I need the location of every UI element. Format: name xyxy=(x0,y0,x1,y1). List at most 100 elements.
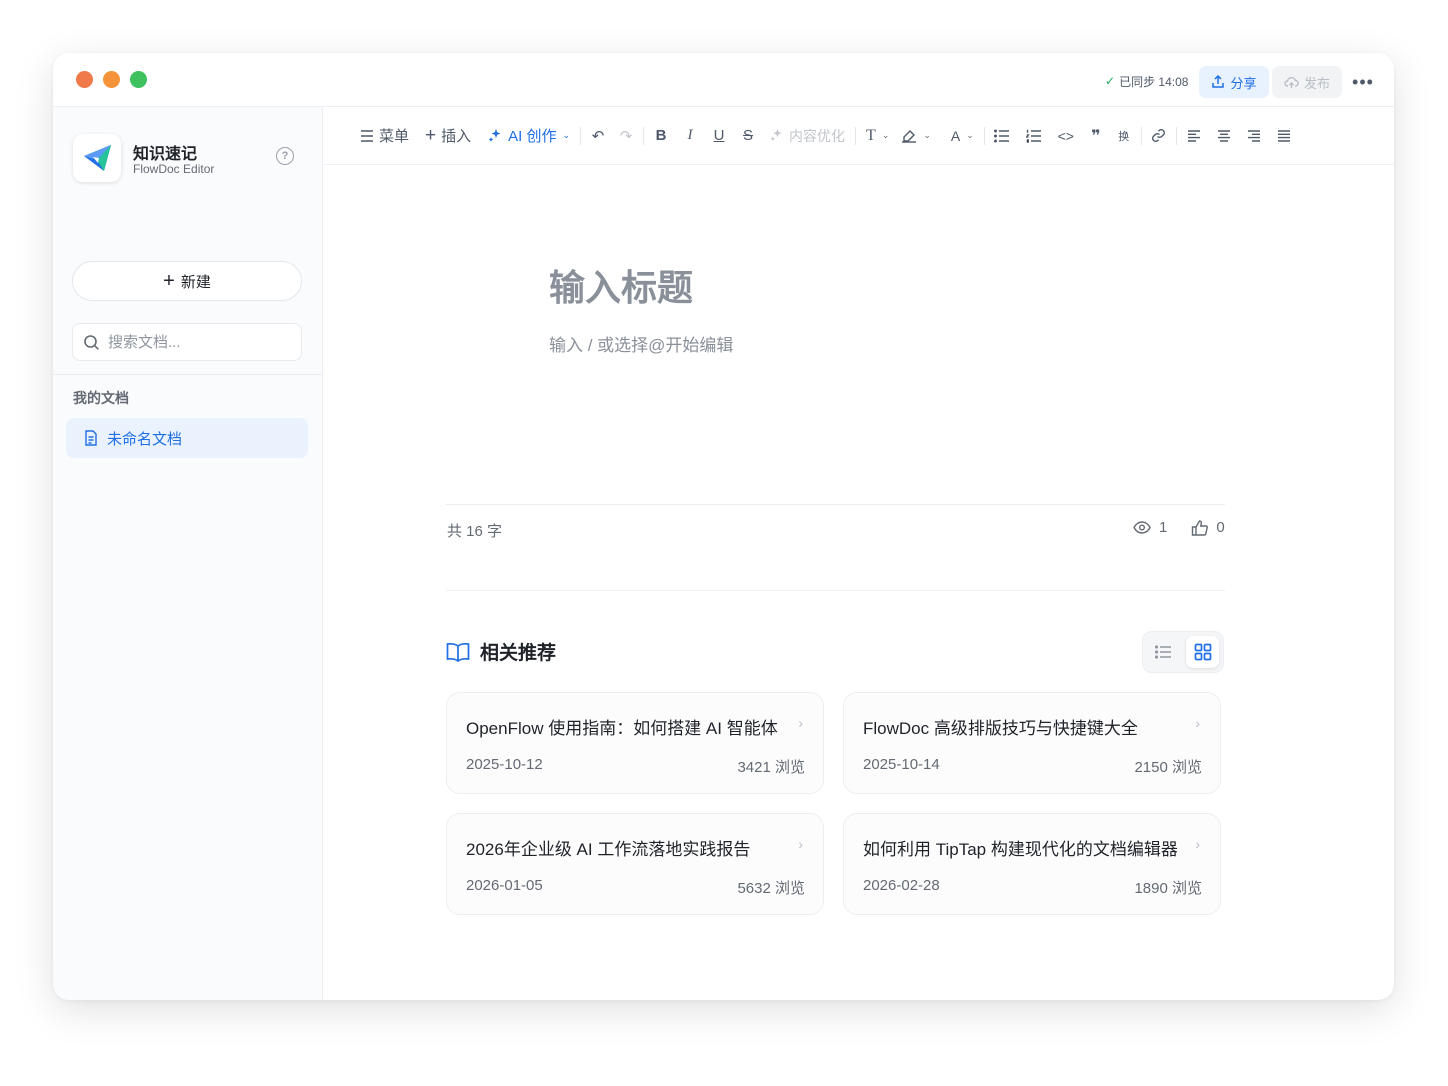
share-button[interactable]: 分享 xyxy=(1199,66,1269,98)
help-icon[interactable]: ? xyxy=(276,147,294,165)
insert-label: 插入 xyxy=(441,128,472,145)
sync-status-text: 已同步 14:08 xyxy=(1119,74,1189,89)
close-window-button[interactable] xyxy=(76,71,93,88)
toolbar-divider xyxy=(983,126,985,145)
card-date: 2026-02-28 xyxy=(863,877,940,894)
sparkle-icon xyxy=(488,128,501,142)
plus-icon: + xyxy=(425,124,437,146)
more-icon: ••• xyxy=(1352,71,1374,92)
chevron-down-icon: ⌄ xyxy=(966,130,974,140)
content-divider xyxy=(446,504,1225,505)
publish-button[interactable]: 发布 xyxy=(1272,66,1342,98)
chevron-down-icon: ⌄ xyxy=(562,130,571,140)
editor-toolbar: 菜单 + 插入 AI 创作 ⌄ ↶ ↷ B I U S 内容优化 T ⌄ ⌄ A… xyxy=(324,107,1394,165)
app-window: ✓ 已同步 14:08 分享 发布 ••• 知识速记 FlowDoc Edito… xyxy=(53,53,1394,1000)
card-title: OpenFlow 使用指南：如何搭建 AI 智能体 xyxy=(466,719,778,738)
list-view-icon xyxy=(1155,645,1171,659)
share-icon xyxy=(1212,75,1225,88)
plus-icon: + xyxy=(163,270,175,292)
book-open-icon xyxy=(446,642,470,662)
align-center-icon[interactable] xyxy=(1213,125,1235,147)
ordered-list-icon[interactable] xyxy=(1023,125,1045,147)
sidebar: 知识速记 FlowDoc Editor ? + 新建 我的文档 未命名文档 xyxy=(53,107,323,1000)
highlight-icon xyxy=(902,129,917,143)
highlight-dropdown[interactable]: ⌄ xyxy=(897,122,935,150)
swap-button[interactable]: 换 xyxy=(1113,125,1135,147)
menu-button[interactable]: 菜单 xyxy=(356,122,413,150)
document-icon xyxy=(85,430,97,446)
new-label: 新建 xyxy=(180,273,211,291)
recommendation-card[interactable]: OpenFlow 使用指南：如何搭建 AI 智能体 › 2025-10-12 3… xyxy=(446,692,824,794)
search-box xyxy=(72,323,302,361)
undo-icon[interactable]: ↶ xyxy=(587,125,609,147)
align-left-icon[interactable] xyxy=(1183,125,1205,147)
check-icon: ✓ xyxy=(1105,74,1116,88)
section-divider xyxy=(446,590,1225,591)
bullet-list-icon[interactable] xyxy=(991,125,1013,147)
heading-icon: T xyxy=(866,126,876,144)
content-optimize-label: 内容优化 xyxy=(789,127,846,144)
underline-icon[interactable]: U xyxy=(708,125,730,147)
recommendation-card[interactable]: FlowDoc 高级排版技巧与快捷键大全 › 2025-10-14 2150 浏… xyxy=(843,692,1221,794)
share-label: 分享 xyxy=(1230,75,1257,91)
new-document-button[interactable]: + 新建 xyxy=(72,261,302,301)
minimize-window-button[interactable] xyxy=(103,71,120,88)
sync-status: ✓ 已同步 14:08 xyxy=(1105,73,1188,89)
chevron-right-icon: › xyxy=(1195,715,1200,731)
recommendation-card[interactable]: 2026年企业级 AI 工作流落地实践报告 › 2026-01-05 5632 … xyxy=(446,813,824,915)
card-title: 2026年企业级 AI 工作流落地实践报告 xyxy=(466,840,751,859)
content-optimize-button[interactable]: 内容优化 xyxy=(765,122,849,150)
insert-button[interactable]: + 插入 xyxy=(421,122,475,150)
font-color-icon: A xyxy=(950,127,961,144)
card-title: FlowDoc 高级排版技巧与快捷键大全 xyxy=(863,719,1138,738)
view-toggle xyxy=(1142,631,1224,673)
list-view-button[interactable] xyxy=(1147,636,1180,668)
menu-icon xyxy=(361,129,373,142)
like-button[interactable]: 0 xyxy=(1191,519,1225,536)
ai-create-button[interactable]: AI 创作 ⌄ xyxy=(483,122,574,150)
chevron-right-icon: › xyxy=(1195,836,1200,852)
card-title: 如何利用 TipTap 构建现代化的文档编辑器 xyxy=(863,840,1178,859)
align-justify-icon[interactable] xyxy=(1273,125,1295,147)
align-right-icon[interactable] xyxy=(1243,125,1265,147)
help-label: ? xyxy=(281,150,289,162)
quote-icon[interactable]: ❞ xyxy=(1085,125,1107,147)
app-name: 知识速记 xyxy=(133,146,198,163)
recommendations-header: 相关推荐 xyxy=(446,638,556,665)
toolbar-divider xyxy=(855,126,857,145)
publish-label: 发布 xyxy=(1303,75,1330,91)
strikethrough-icon[interactable]: S xyxy=(737,125,759,147)
search-icon xyxy=(84,334,99,350)
menu-label: 菜单 xyxy=(379,128,410,145)
views-count: 1 xyxy=(1159,519,1168,536)
sparkle-icon xyxy=(770,128,782,142)
grid-view-button[interactable] xyxy=(1186,636,1219,668)
code-icon[interactable]: <> xyxy=(1055,125,1077,147)
heading-dropdown[interactable]: T ⌄ xyxy=(862,122,893,150)
maximize-window-button[interactable] xyxy=(130,71,147,88)
toolbar-divider xyxy=(1140,126,1142,145)
link-icon[interactable] xyxy=(1148,125,1170,147)
chevron-right-icon: › xyxy=(798,715,803,731)
card-date: 2025-10-12 xyxy=(466,756,543,773)
ai-create-label: AI 创作 xyxy=(508,128,557,145)
document-title-input[interactable]: 输入标题 xyxy=(549,259,693,311)
document-body-input[interactable]: 输入 / 或选择@开始编辑 xyxy=(549,331,733,356)
more-options-button[interactable]: ••• xyxy=(1351,69,1375,95)
recommendations-title: 相关推荐 xyxy=(480,643,557,664)
logo-icon xyxy=(84,145,111,171)
titlebar: ✓ 已同步 14:08 分享 发布 ••• xyxy=(53,53,1394,107)
redo-icon[interactable]: ↷ xyxy=(615,125,637,147)
eye-icon xyxy=(1133,521,1151,534)
font-color-dropdown[interactable]: A ⌄ xyxy=(947,122,978,150)
toolbar-divider xyxy=(580,126,582,145)
search-input[interactable] xyxy=(108,333,288,351)
italic-icon[interactable]: I xyxy=(679,125,701,147)
my-documents-heading: 我的文档 xyxy=(73,390,129,406)
card-views: 5632 浏览 xyxy=(737,880,805,897)
recommendation-card[interactable]: 如何利用 TipTap 构建现代化的文档编辑器 › 2026-02-28 189… xyxy=(843,813,1221,915)
bold-icon[interactable]: B xyxy=(650,125,672,147)
app-subtitle: FlowDoc Editor xyxy=(133,162,215,176)
sidebar-item-untitled-document[interactable]: 未命名文档 xyxy=(66,418,308,458)
chevron-down-icon: ⌄ xyxy=(881,130,890,140)
